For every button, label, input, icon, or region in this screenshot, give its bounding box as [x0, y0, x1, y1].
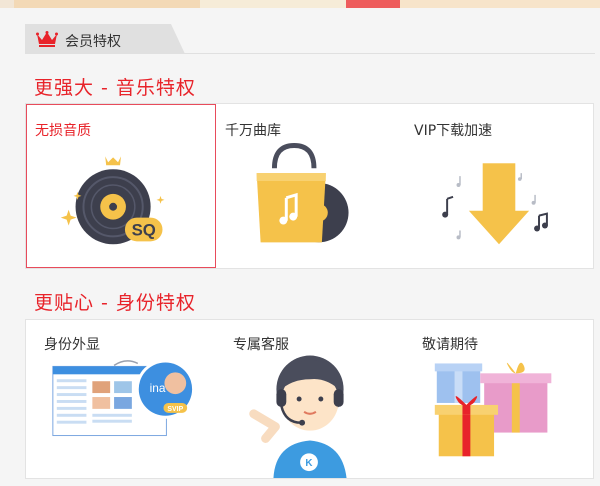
shopping-bag-icon	[256, 143, 349, 243]
music-privileges-row: 无损音质 SQ 千万曲库 VIP下载加速	[25, 103, 594, 269]
card-vip-download-speedup[interactable]: VIP下载加速	[405, 104, 593, 268]
card-coming-soon[interactable]: 敬请期待	[404, 320, 593, 478]
gift-boxes-icon	[434, 362, 552, 457]
card-lossless-quality[interactable]: 无损音质 SQ	[26, 104, 216, 268]
top-banner-strip	[0, 0, 600, 8]
member-privileges-header: 会员特权	[25, 24, 595, 54]
profile-preview-icon: ina SVIP	[52, 359, 196, 437]
card-identity-display[interactable]: 身份外显 ina SVIP	[26, 320, 215, 478]
identity-privileges-title: 更贴心 - 身份特权	[34, 292, 196, 314]
crown-icon	[36, 31, 58, 47]
sq-badge: SQ	[132, 220, 156, 239]
download-arrow-icon	[442, 163, 548, 245]
vinyl-disc-icon: SQ	[60, 156, 165, 245]
music-privileges-title: 更强大 - 音乐特权	[34, 77, 196, 99]
svg-text:K: K	[305, 458, 313, 469]
card-music-library[interactable]: 千万曲库	[216, 104, 405, 268]
member-privileges-title: 会员特权	[65, 34, 121, 50]
preview-name: ina	[150, 381, 166, 395]
svip-badge: SVIP	[167, 406, 183, 413]
support-agent-icon: K	[249, 355, 347, 478]
card-dedicated-support[interactable]: 专属客服 K	[215, 320, 404, 478]
identity-privileges-row: 身份外显 ina SVIP 专属客服 K 敬请期待	[25, 319, 594, 479]
